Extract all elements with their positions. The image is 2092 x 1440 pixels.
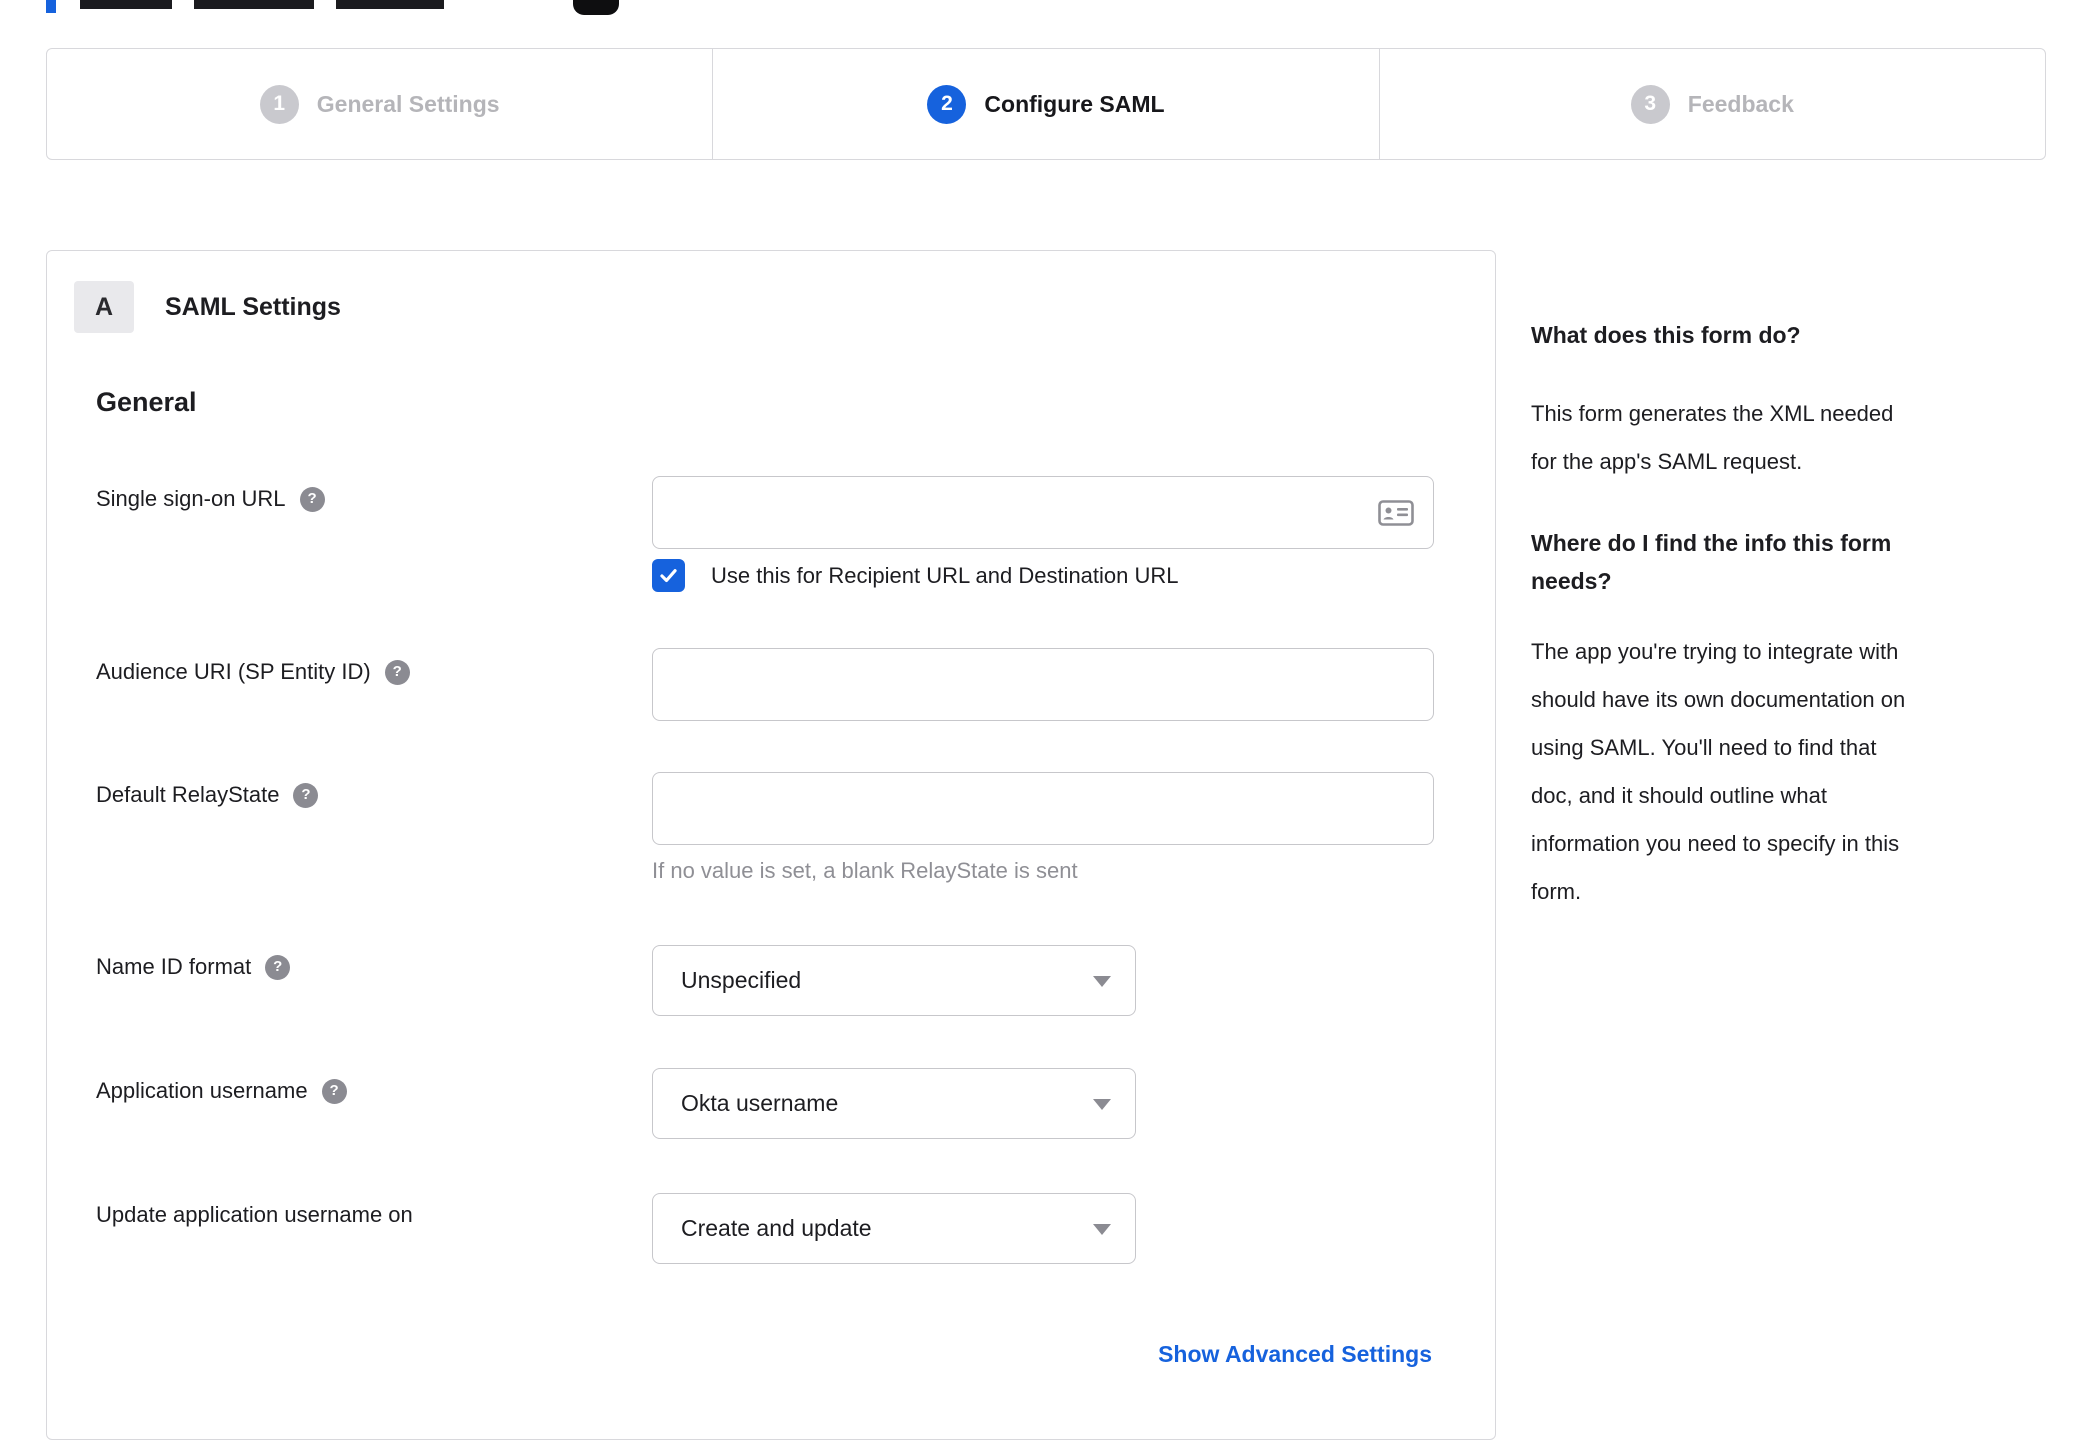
help-glyph: ? — [307, 490, 317, 507]
recipient-url-checkbox-row: Use this for Recipient URL and Destinati… — [652, 559, 1179, 592]
chevron-down-icon — [1093, 1098, 1111, 1110]
cut-off-title-fragment — [194, 0, 314, 9]
saml-settings-panel: A SAML Settings General Single sign-on U… — [46, 250, 1496, 1440]
update-username-value: Create and update — [681, 1215, 872, 1241]
step-label: Configure SAML — [984, 90, 1165, 117]
step-label: General Settings — [316, 90, 500, 117]
step-label: Feedback — [1687, 90, 1794, 117]
cut-off-icon — [573, 0, 619, 15]
cut-off-title-fragment — [80, 0, 172, 9]
relay-state-label: Default RelayState ? — [96, 780, 319, 810]
help-glyph: ? — [392, 663, 402, 680]
help-glyph: ? — [273, 958, 283, 975]
section-a-badge: A — [74, 281, 134, 333]
help-icon[interactable]: ? — [293, 782, 319, 808]
step-number-badge: 1 — [259, 84, 299, 124]
help-glyph: ? — [301, 786, 311, 803]
relay-state-input[interactable] — [652, 772, 1434, 845]
sso-url-input[interactable] — [652, 476, 1434, 549]
help-icon[interactable]: ? — [384, 659, 410, 685]
application-username-label-text: Application username — [96, 1078, 308, 1103]
panel-title: SAML Settings — [165, 292, 341, 321]
contact-card-icon — [1378, 500, 1414, 526]
audience-uri-label: Audience URI (SP Entity ID) ? — [96, 657, 410, 687]
help-icon[interactable]: ? — [321, 1078, 347, 1104]
help-body-1: This form generates the XML needed for t… — [1531, 401, 1894, 474]
application-username-value: Okta username — [681, 1090, 839, 1116]
help-heading-1: What does this form do? — [1531, 322, 1801, 348]
help-icon[interactable]: ? — [265, 954, 291, 980]
name-id-format-label: Name ID format ? — [96, 952, 291, 982]
name-id-format-select[interactable]: Unspecified — [652, 945, 1136, 1016]
help-body-2: The app you're trying to integrate with … — [1531, 639, 1906, 904]
cut-off-accent-mark — [46, 0, 56, 13]
wizard-stepper: 1 General Settings 2 Configure SAML 3 Fe… — [46, 48, 2046, 160]
chevron-down-icon — [1093, 975, 1111, 987]
cut-off-page-header — [0, 0, 2092, 16]
step-number-badge: 2 — [927, 84, 967, 124]
audience-uri-label-text: Audience URI (SP Entity ID) — [96, 659, 371, 684]
sso-url-label: Single sign-on URL ? — [96, 484, 325, 514]
relay-state-hint: If no value is set, a blank RelayState i… — [652, 858, 1078, 883]
help-glyph: ? — [329, 1082, 339, 1099]
step-feedback: 3 Feedback — [1378, 49, 2045, 159]
chevron-down-icon — [1093, 1223, 1111, 1235]
update-username-label: Update application username on — [96, 1200, 413, 1230]
sso-url-input-wrap — [652, 476, 1434, 549]
relay-state-label-text: Default RelayState — [96, 782, 280, 807]
help-icon[interactable]: ? — [299, 486, 325, 512]
sso-url-label-text: Single sign-on URL — [96, 486, 286, 511]
application-username-label: Application username ? — [96, 1076, 347, 1106]
name-id-format-value: Unspecified — [681, 967, 802, 993]
application-username-select[interactable]: Okta username — [652, 1068, 1136, 1139]
recipient-url-checkbox-label[interactable]: Use this for Recipient URL and Destinati… — [711, 563, 1179, 589]
update-username-label-text: Update application username on — [96, 1202, 413, 1227]
general-section-heading: General — [96, 387, 197, 417]
audience-uri-input[interactable] — [652, 648, 1434, 721]
checkmark-icon — [660, 569, 677, 583]
cut-off-title-fragment — [336, 0, 444, 9]
step-configure-saml: 2 Configure SAML — [712, 49, 1378, 159]
update-username-select[interactable]: Create and update — [652, 1193, 1136, 1264]
show-advanced-settings-link[interactable]: Show Advanced Settings — [1158, 1341, 1432, 1368]
name-id-format-label-text: Name ID format — [96, 954, 252, 979]
help-heading-2: Where do I find the info this form needs… — [1531, 530, 1892, 594]
help-panel: What does this form do? This form genera… — [1531, 320, 2022, 916]
recipient-url-checkbox[interactable] — [652, 559, 685, 592]
step-number-badge: 3 — [1630, 84, 1670, 124]
step-general-settings: 1 General Settings — [47, 49, 712, 159]
